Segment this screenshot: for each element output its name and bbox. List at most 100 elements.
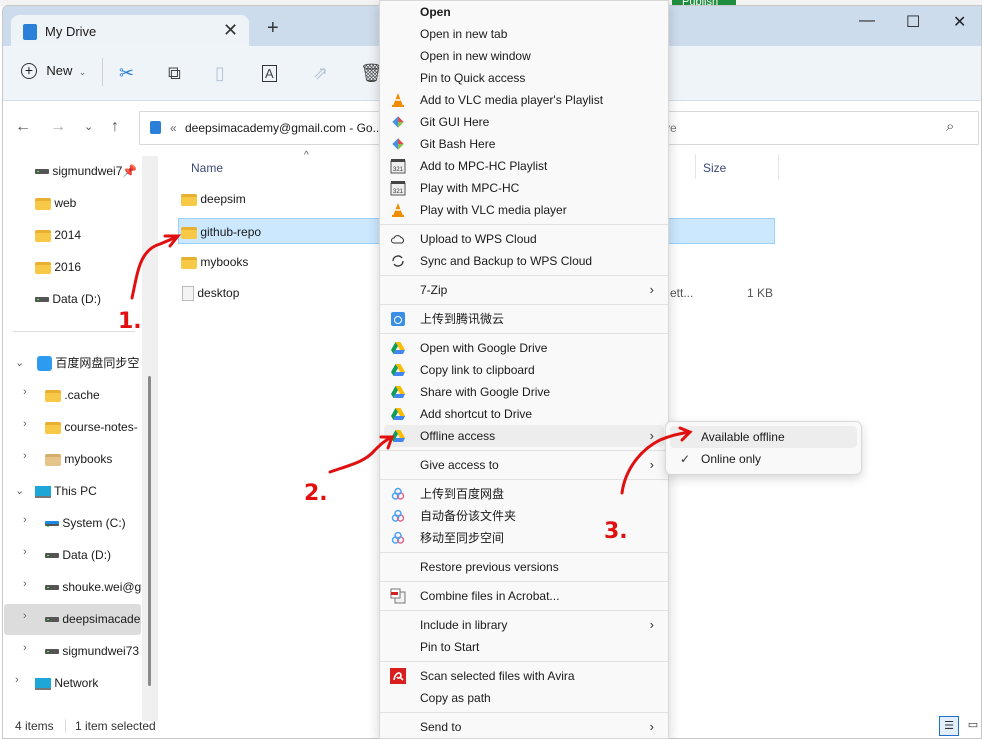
menu-item-pin-to-start[interactable]: Pin to Start <box>384 636 664 658</box>
menu-item-available-offline[interactable]: Available offline <box>670 426 857 448</box>
column-header-name[interactable]: Name <box>191 161 223 175</box>
close-tab-icon[interactable]: ✕ <box>223 20 238 41</box>
chevron-right-icon[interactable]: › <box>15 674 19 686</box>
drive-icon <box>45 553 59 559</box>
menu-item-scan-selected-files-with-avira[interactable]: Scan selected files with Avira <box>384 665 664 687</box>
new-button[interactable]: + New ⌄ <box>21 63 86 79</box>
column-divider[interactable] <box>695 154 696 179</box>
maximize-button[interactable]: ☐ <box>906 12 920 32</box>
new-tab-button[interactable]: + <box>267 17 279 40</box>
column-header-size[interactable]: Size <box>703 161 726 175</box>
menu-item-add-shortcut-to-drive[interactable]: Add shortcut to Drive <box>384 403 664 425</box>
menu-item-label: 自动备份该文件夹 <box>420 509 517 523</box>
pin-icon: 📌 <box>122 164 138 178</box>
chevron-down-icon[interactable]: ⌄ <box>15 484 24 497</box>
menu-item-7-zip[interactable]: 7-Zip › <box>384 279 664 301</box>
sidebar-item-network[interactable]: Network <box>35 668 143 698</box>
menu-item[interactable]: 上传到腾讯微云 <box>384 308 664 330</box>
menu-item-copy-link-to-clipboard[interactable]: Copy link to clipboard <box>384 359 664 381</box>
sidebar-item[interactable]: System (C:) <box>45 508 143 538</box>
paste-icon[interactable]: ▯ <box>215 63 225 84</box>
recent-locations-icon[interactable]: ⌄ <box>84 120 93 133</box>
sidebar-item-selected[interactable]: deepsimacade <box>45 604 141 634</box>
menu-item-play-with-mpc-hc[interactable]: 321 Play with MPC-HC <box>384 177 664 199</box>
menu-item[interactable]: 移动至同步空间 <box>384 527 664 549</box>
menu-item-open-in-new-window[interactable]: Open in new window <box>384 45 664 67</box>
menu-item-git-bash-here[interactable]: Git Bash Here <box>384 133 664 155</box>
copy-icon[interactable]: ⧉ <box>168 63 181 84</box>
sidebar-item[interactable]: Data (D:) <box>45 540 143 570</box>
menu-item-label: Play with MPC-HC <box>420 181 520 195</box>
menu-item-include-in-library[interactable]: Include in library › <box>384 614 664 636</box>
menu-item-copy-as-path[interactable]: Copy as path <box>384 687 664 709</box>
menu-item-open-in-new-tab[interactable]: Open in new tab <box>384 23 664 45</box>
sidebar-item[interactable]: 百度网盘同步空 <box>37 348 143 378</box>
sidebar-item[interactable]: Data (D:) <box>35 284 143 314</box>
chevron-right-icon[interactable]: › <box>23 642 27 654</box>
chevron-right-icon: › <box>649 719 654 734</box>
drive-icon <box>45 617 59 623</box>
close-window-button[interactable]: ✕ <box>953 12 966 32</box>
rename-icon[interactable]: A <box>262 65 277 82</box>
menu-item-restore-previous-versions[interactable]: Restore previous versions <box>384 556 664 578</box>
up-icon[interactable]: ↑ <box>111 118 119 136</box>
menu-item-open[interactable]: Open <box>384 1 664 23</box>
menu-item-upload-to-wps-cloud[interactable]: Upload to WPS Cloud <box>384 228 664 250</box>
chevron-right-icon[interactable]: › <box>23 386 27 398</box>
sidebar-item-label: System (C:) <box>62 516 126 530</box>
sidebar-item-label: Network <box>54 676 99 690</box>
chevron-right-icon[interactable]: › <box>23 450 27 462</box>
sidebar-item[interactable]: web <box>35 188 143 218</box>
sidebar-item[interactable]: 2014 <box>35 220 143 250</box>
column-divider[interactable] <box>778 154 779 179</box>
sidebar-item-label: deepsimacade <box>62 612 141 626</box>
chevron-down-icon[interactable]: ⌄ <box>15 356 24 369</box>
forward-icon[interactable]: → <box>50 118 66 136</box>
cut-icon[interactable]: ✂ <box>119 63 134 84</box>
menu-item-pin-to-quick-access[interactable]: Pin to Quick access <box>384 67 664 89</box>
menu-item-git-gui-here[interactable]: Git GUI Here <box>384 111 664 133</box>
sidebar-item[interactable]: 2016 <box>35 252 143 282</box>
menu-item-share-with-google-drive[interactable]: Share with Google Drive <box>384 381 664 403</box>
menu-item-send-to[interactable]: Send to › <box>384 716 664 738</box>
sidebar-item-label: 百度网盘同步空 <box>55 356 140 370</box>
sidebar-item[interactable]: shouke.wei@g <box>45 572 143 602</box>
sidebar-item-this-pc[interactable]: This PC <box>35 476 143 506</box>
chevron-right-icon[interactable]: › <box>23 514 27 526</box>
tiles-view-button[interactable]: ▭ <box>963 716 981 736</box>
google-drive-icon <box>390 428 406 444</box>
minimize-button[interactable]: — <box>859 12 875 30</box>
share-icon[interactable]: ⇗ <box>313 63 328 84</box>
menu-item[interactable]: 自动备份该文件夹 <box>384 505 664 527</box>
sidebar-scrollbar-thumb[interactable] <box>148 376 151 686</box>
overflow-chevron-icon[interactable]: « <box>170 121 177 135</box>
chevron-right-icon[interactable]: › <box>23 610 27 622</box>
sidebar-item[interactable]: sigmundwei73 <box>45 636 143 666</box>
menu-item-offline-access[interactable]: Offline access › <box>384 425 664 447</box>
chevron-right-icon[interactable]: › <box>23 578 27 590</box>
sidebar-item-label: sigmundwei73 <box>62 644 140 658</box>
menu-item-add-to-mpc-hc-playlist[interactable]: 321 Add to MPC-HC Playlist <box>384 155 664 177</box>
back-icon[interactable]: ← <box>15 118 31 136</box>
details-view-button[interactable]: ☰ <box>939 716 959 736</box>
menu-item-label: Pin to Start <box>420 640 480 654</box>
svg-text:321: 321 <box>393 189 404 195</box>
sidebar-item[interactable]: mybooks <box>45 444 143 474</box>
sidebar-item[interactable]: .cache <box>45 380 143 410</box>
menu-item-label: Add shortcut to Drive <box>420 407 533 421</box>
menu-item-open-with-google-drive[interactable]: Open with Google Drive <box>384 337 664 359</box>
menu-item-online-only[interactable]: ✓ Online only <box>670 448 857 470</box>
menu-item-add-to-vlc-media-player-s-playlist[interactable]: Add to VLC media player's Playlist <box>384 89 664 111</box>
sidebar-item[interactable]: sigmundwei7📌 <box>35 156 143 186</box>
menu-item-give-access-to[interactable]: Give access to › <box>384 454 664 476</box>
sidebar-item[interactable]: course-notes- <box>45 412 143 442</box>
menu-item-sync-and-backup-to-wps-cloud[interactable]: Sync and Backup to WPS Cloud <box>384 250 664 272</box>
menu-separator <box>380 578 668 585</box>
chevron-right-icon[interactable]: › <box>23 418 27 430</box>
chevron-right-icon[interactable]: › <box>23 546 27 558</box>
search-icon[interactable]: ⌕ <box>946 118 954 135</box>
sidebar-item-label: Data (D:) <box>62 548 112 562</box>
menu-item-play-with-vlc-media-player[interactable]: Play with VLC media player <box>384 199 664 221</box>
menu-item[interactable]: 上传到百度网盘 <box>384 483 664 505</box>
menu-item-combine-files-in-acrobat[interactable]: Combine files in Acrobat... <box>384 585 664 607</box>
